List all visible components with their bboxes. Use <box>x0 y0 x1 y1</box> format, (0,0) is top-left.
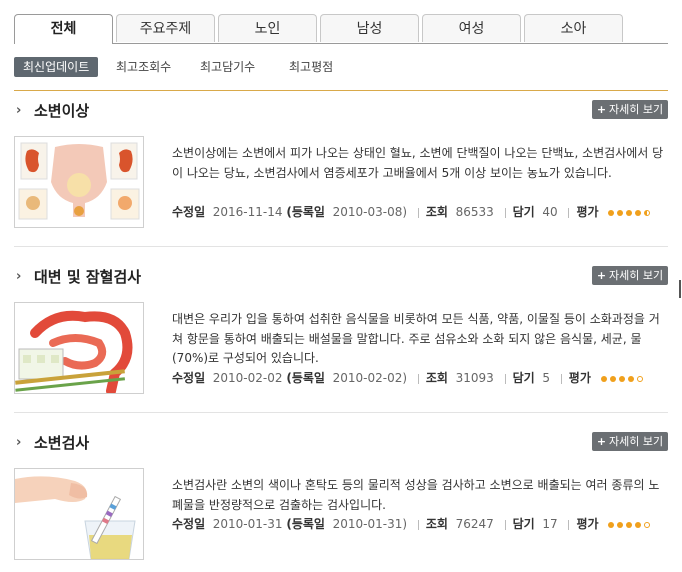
chevron-right-icon: › <box>16 269 22 284</box>
sort-most-viewed[interactable]: 최고조회수 <box>116 57 171 77</box>
article-title[interactable]: 소변검사 <box>34 432 89 453</box>
star-icon <box>617 522 624 528</box>
tab-elderly[interactable]: 노인 <box>218 14 317 42</box>
star-icon <box>635 522 642 528</box>
tab-all[interactable]: 전체 <box>14 14 113 44</box>
row-divider <box>14 246 668 247</box>
star-icon <box>618 376 625 382</box>
tab-child[interactable]: 소아 <box>524 14 623 42</box>
article-title[interactable]: 대변 및 잠혈검사 <box>34 266 141 287</box>
star-icon <box>627 376 634 382</box>
star-icon <box>609 376 616 382</box>
star-icon <box>626 210 633 216</box>
urine-cup-strip-illustration-icon <box>15 469 143 559</box>
star-icon <box>617 210 624 216</box>
intestine-test-illustration-icon <box>15 303 143 393</box>
article-thumbnail[interactable] <box>14 302 144 394</box>
sort-latest-update[interactable]: 최신업데이트 <box>14 57 99 77</box>
star-icon <box>626 522 633 528</box>
article-title[interactable]: 소변이상 <box>34 100 89 121</box>
article-description: 소변검사란 소변의 색이나 혼탁도 등의 물리적 성상을 검사하고 소변으로 배… <box>172 478 660 512</box>
tab-main-topics[interactable]: 주요주제 <box>116 14 215 42</box>
tab-male[interactable]: 남성 <box>320 14 419 42</box>
sort-top-rated[interactable]: 최고평점 <box>289 57 333 77</box>
tab-female[interactable]: 여성 <box>422 14 521 42</box>
article-thumbnail[interactable] <box>14 136 144 228</box>
rating-stars <box>608 205 653 221</box>
kidney-bladder-illustration-icon <box>15 137 143 227</box>
plus-icon: + <box>596 435 607 448</box>
article-thumbnail[interactable] <box>14 468 144 560</box>
article-meta: 수정일 2010-01-31 (등록일 2010-01-31) 조회 76247… <box>172 516 653 532</box>
half-star-icon <box>644 210 651 216</box>
list-top-divider <box>14 90 668 91</box>
chevron-right-icon: › <box>16 103 22 118</box>
star-icon <box>608 210 615 216</box>
star-icon <box>600 376 607 382</box>
empty-star-icon <box>636 376 643 382</box>
article-meta: 수정일 2010-02-02 (등록일 2010-02-02) 조회 31093… <box>172 370 646 386</box>
scrollbar-thumb[interactable] <box>679 280 681 298</box>
star-icon <box>635 210 642 216</box>
article-meta: 수정일 2016-11-14 (등록일 2010-03-08) 조회 86533… <box>172 204 653 220</box>
more-details-button[interactable]: + 자세히 보기 <box>592 100 668 119</box>
chevron-right-icon: › <box>16 435 22 450</box>
more-details-button[interactable]: + 자세히 보기 <box>592 266 668 285</box>
empty-star-icon <box>644 522 651 528</box>
star-icon <box>608 522 615 528</box>
rating-stars <box>608 517 653 533</box>
rating-stars <box>600 371 646 387</box>
plus-icon: + <box>596 103 607 116</box>
article-description: 소변이상에는 소변에서 피가 나오는 상태인 혈뇨, 소변에 단백질이 나오는 … <box>172 146 664 180</box>
sort-most-saved[interactable]: 최고담기수 <box>200 57 255 77</box>
more-details-button[interactable]: + 자세히 보기 <box>592 432 668 451</box>
article-description: 대변은 우리가 입을 통하여 섭취한 음식물을 비롯하여 모든 식품, 약품, … <box>172 312 660 365</box>
plus-icon: + <box>596 269 607 282</box>
category-tabs: 전체 주요주제 노인 남성 여성 소아 <box>14 14 668 44</box>
row-divider <box>14 412 668 413</box>
